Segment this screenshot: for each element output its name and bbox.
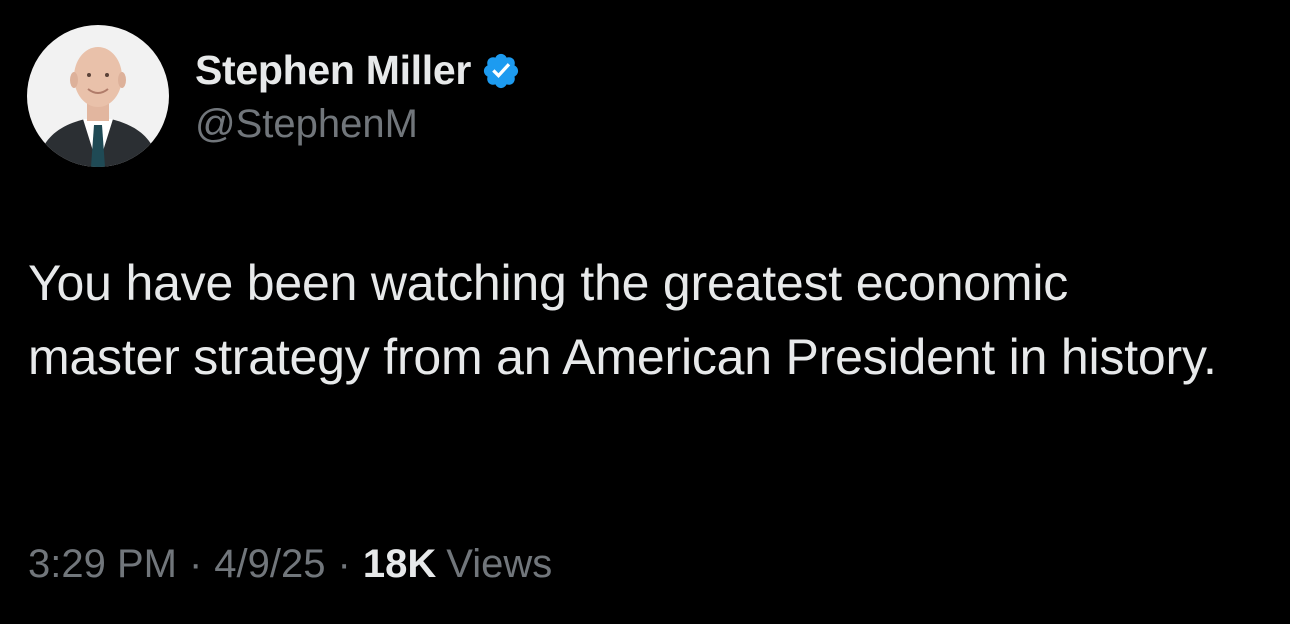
tweet-header: Stephen Miller @StephenM [27, 25, 521, 167]
meta-separator: · [188, 542, 203, 586]
tweet-card: Stephen Miller @StephenM You have been w… [0, 0, 1290, 624]
tweet-date[interactable]: 4/9/25 [214, 542, 325, 587]
name-row: Stephen Miller [195, 46, 521, 96]
author-display-name[interactable]: Stephen Miller [195, 47, 471, 94]
verified-badge-icon[interactable] [481, 51, 521, 91]
tweet-meta: 3:29 PM · 4/9/25 · 18K Views [28, 542, 552, 587]
views-count[interactable]: 18K [363, 542, 436, 587]
views-label[interactable]: Views [446, 542, 552, 587]
avatar-image [27, 25, 169, 167]
meta-separator: · [337, 542, 351, 586]
author-identity: Stephen Miller @StephenM [195, 46, 521, 147]
avatar[interactable] [27, 25, 169, 167]
tweet-text: You have been watching the greatest econ… [28, 255, 1217, 385]
tweet-time[interactable]: 3:29 PM [28, 542, 177, 587]
author-handle[interactable]: @StephenM [195, 102, 521, 147]
